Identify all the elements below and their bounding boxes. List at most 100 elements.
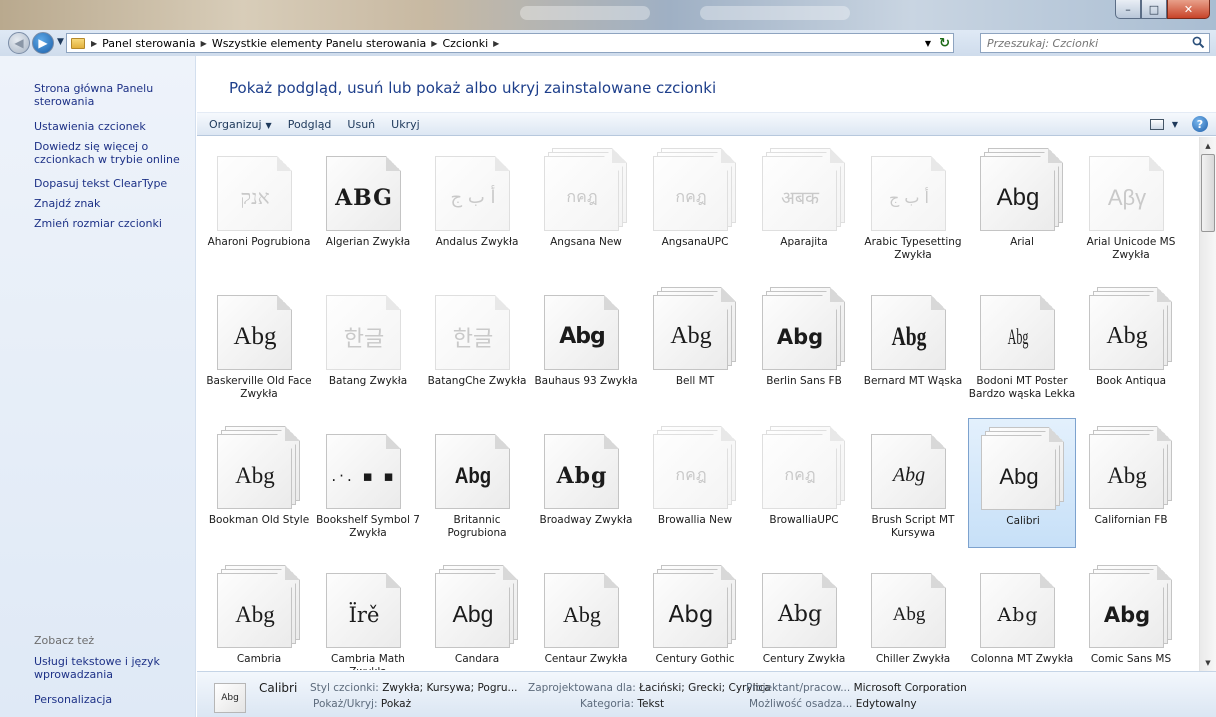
change-view-icon[interactable] (1149, 118, 1164, 130)
font-item[interactable]: ABG Algerian Zwykła (314, 140, 422, 270)
font-sample: กคฎ (784, 465, 816, 484)
designed-for-label: Zaprojektowana dla: (528, 682, 636, 694)
font-sample: Abg (668, 601, 714, 628)
address-bar[interactable]: ▶ Panel sterowania ▶ Wszystkie elementy … (66, 33, 954, 53)
font-sample: Abg (454, 462, 492, 488)
font-item[interactable]: أ ب ج Andalus Zwykła (423, 140, 531, 270)
breadcrumb-separator-icon[interactable]: ▶ (91, 39, 97, 48)
font-file-icon: Abg (866, 287, 954, 370)
font-item[interactable]: กคฎ AngsanaUPC (641, 140, 749, 270)
font-item[interactable]: 한글 BatangChe Zwykła (423, 279, 531, 409)
font-item[interactable]: अबक Aparajita (750, 140, 858, 270)
search-box[interactable] (980, 33, 1210, 53)
hide-button[interactable]: Ukryj (391, 118, 420, 131)
font-sample: Abg (999, 463, 1039, 489)
font-item[interactable]: Abg Bernard MT Wąska (859, 279, 967, 409)
font-name-label: Cambria (236, 653, 282, 665)
font-item[interactable]: Abg Colonna MT Zwykła (968, 557, 1076, 670)
breadcrumb-control-panel[interactable]: Panel sterowania (102, 37, 196, 50)
maximize-button[interactable]: □ (1141, 0, 1167, 19)
find-character-link[interactable]: Znajdź znak (34, 197, 189, 210)
font-item[interactable]: Abg Californian FB (1077, 418, 1185, 548)
search-input[interactable] (981, 34, 1181, 52)
scrollbar-thumb[interactable] (1201, 154, 1215, 232)
font-item[interactable]: Abg Berlin Sans FB (750, 279, 858, 409)
page-fold (721, 565, 736, 580)
font-item[interactable]: Abg Britannic Pogrubiona (423, 418, 531, 548)
font-file-icon: Abg (975, 565, 1063, 648)
preview-button[interactable]: Podgląd (288, 118, 332, 131)
font-item[interactable]: Abg Bell MT (641, 279, 749, 409)
chevron-down-icon: ▼ (57, 37, 64, 47)
recent-pages-dropdown[interactable]: ▼ (57, 37, 64, 47)
back-button[interactable]: ◀ (8, 32, 30, 54)
font-item[interactable]: Abg Candara (423, 557, 531, 670)
control-panel-home-link[interactable]: Strona główna Panelu sterowania (34, 82, 189, 108)
toolbar-right: ▼ ? (1149, 116, 1208, 132)
font-item[interactable]: .·. ▪ ▪ Bookshelf Symbol 7 Zwykła (314, 418, 422, 548)
learn-more-online-link[interactable]: Dowiedz się więcej o czcionkach w trybie… (34, 140, 189, 166)
vertical-scrollbar[interactable]: ▲ ▼ (1199, 137, 1216, 671)
show-hide-value: Pokaż (380, 698, 412, 710)
font-name-label: Bookshelf Symbol 7 Zwykła (316, 514, 420, 539)
font-item[interactable]: Abg Bauhaus 93 Zwykła (532, 279, 640, 409)
font-item[interactable]: Abg Broadway Zwykła (532, 418, 640, 548)
font-item[interactable]: Abg Century Gothic (641, 557, 749, 670)
font-item[interactable]: Abg Baskerville Old Face Zwykła (205, 279, 313, 409)
font-name-label: BrowalliaUPC (769, 514, 839, 526)
breadcrumb-separator-icon[interactable]: ▶ (431, 39, 437, 48)
font-item[interactable]: Abg Comic Sans MS (1077, 557, 1185, 670)
font-name-label: Aharoni Pogrubiona (207, 236, 311, 248)
blurred-taskbar-item (700, 6, 850, 20)
scroll-down-arrow-icon[interactable]: ▼ (1200, 654, 1216, 671)
view-options-dropdown-icon[interactable]: ▼ (1172, 120, 1178, 129)
scroll-up-arrow-icon[interactable]: ▲ (1200, 137, 1216, 154)
font-item[interactable]: Abg Calibri (968, 418, 1076, 548)
cleartype-tuner-link[interactable]: Dopasuj tekst ClearType (34, 177, 189, 190)
font-settings-link[interactable]: Ustawienia czcionek (34, 120, 189, 133)
font-item[interactable]: Abg Brush Script MT Kursywa (859, 418, 967, 548)
font-item[interactable]: Αβγ Arial Unicode MS Zwykła (1077, 140, 1185, 270)
organize-button[interactable]: Organizuj ▼ (209, 118, 272, 131)
font-item[interactable]: Abg Cambria (205, 557, 313, 670)
font-item[interactable]: กคฎ Browallia New (641, 418, 749, 548)
refresh-icon[interactable]: ↻ (939, 36, 950, 51)
font-sample: Abg (670, 323, 712, 349)
font-item[interactable]: 한글 Batang Zwykła (314, 279, 422, 409)
font-sample: Abg (1007, 323, 1029, 349)
font-sample: Abg (235, 462, 275, 488)
font-item[interactable]: Abg Bodoni MT Poster Bardzo wąska Lekka (968, 279, 1076, 409)
font-item[interactable]: กคฎ Angsana New (532, 140, 640, 270)
close-button[interactable]: ✕ (1167, 0, 1210, 19)
minimize-button[interactable]: – (1115, 0, 1141, 19)
font-item[interactable]: กคฎ BrowalliaUPC (750, 418, 858, 548)
font-sample: Abg (777, 602, 823, 627)
font-item[interactable]: Abg Centaur Zwykła (532, 557, 640, 670)
font-item[interactable]: Abg Bookman Old Style (205, 418, 313, 548)
breadcrumb-separator-icon[interactable]: ▶ (201, 39, 207, 48)
breadcrumb-fonts[interactable]: Czcionki (442, 37, 488, 50)
delete-button[interactable]: Usuń (347, 118, 375, 131)
personalization-link[interactable]: Personalizacja (34, 693, 189, 706)
font-item[interactable]: Abg Arial (968, 140, 1076, 270)
address-dropdown-icon[interactable]: ▼ (925, 39, 931, 48)
change-font-size-link[interactable]: Zmień rozmiar czcionki (34, 217, 189, 230)
font-family-icon: Abg (1084, 287, 1172, 370)
forward-button[interactable]: ▶ (32, 32, 54, 54)
font-item[interactable]: Abg Chiller Zwykła (859, 557, 967, 670)
font-item[interactable]: אנק Aharoni Pogrubiona (205, 140, 313, 270)
font-item[interactable]: أ ب ج Arabic Typesetting Zwykła (859, 140, 967, 270)
page-fold (721, 148, 736, 163)
page-fold (604, 434, 619, 449)
font-item[interactable]: Abg Century Zwykła (750, 557, 858, 670)
breadcrumb-all-items[interactable]: Wszystkie elementy Panelu sterowania (212, 37, 426, 50)
font-item[interactable]: Abg Book Antiqua (1077, 279, 1185, 409)
text-services-link[interactable]: Usługi tekstowe i język wprowadzania (34, 655, 189, 681)
search-icon[interactable] (1192, 36, 1205, 49)
breadcrumb-separator-icon[interactable]: ▶ (493, 39, 499, 48)
font-item[interactable]: Ïrě Cambria Math Zwykła (314, 557, 422, 670)
font-file-icon: Abg (757, 565, 845, 648)
font-sample: Abg (891, 321, 927, 351)
help-icon[interactable]: ? (1192, 116, 1208, 132)
page-fold (931, 295, 946, 310)
